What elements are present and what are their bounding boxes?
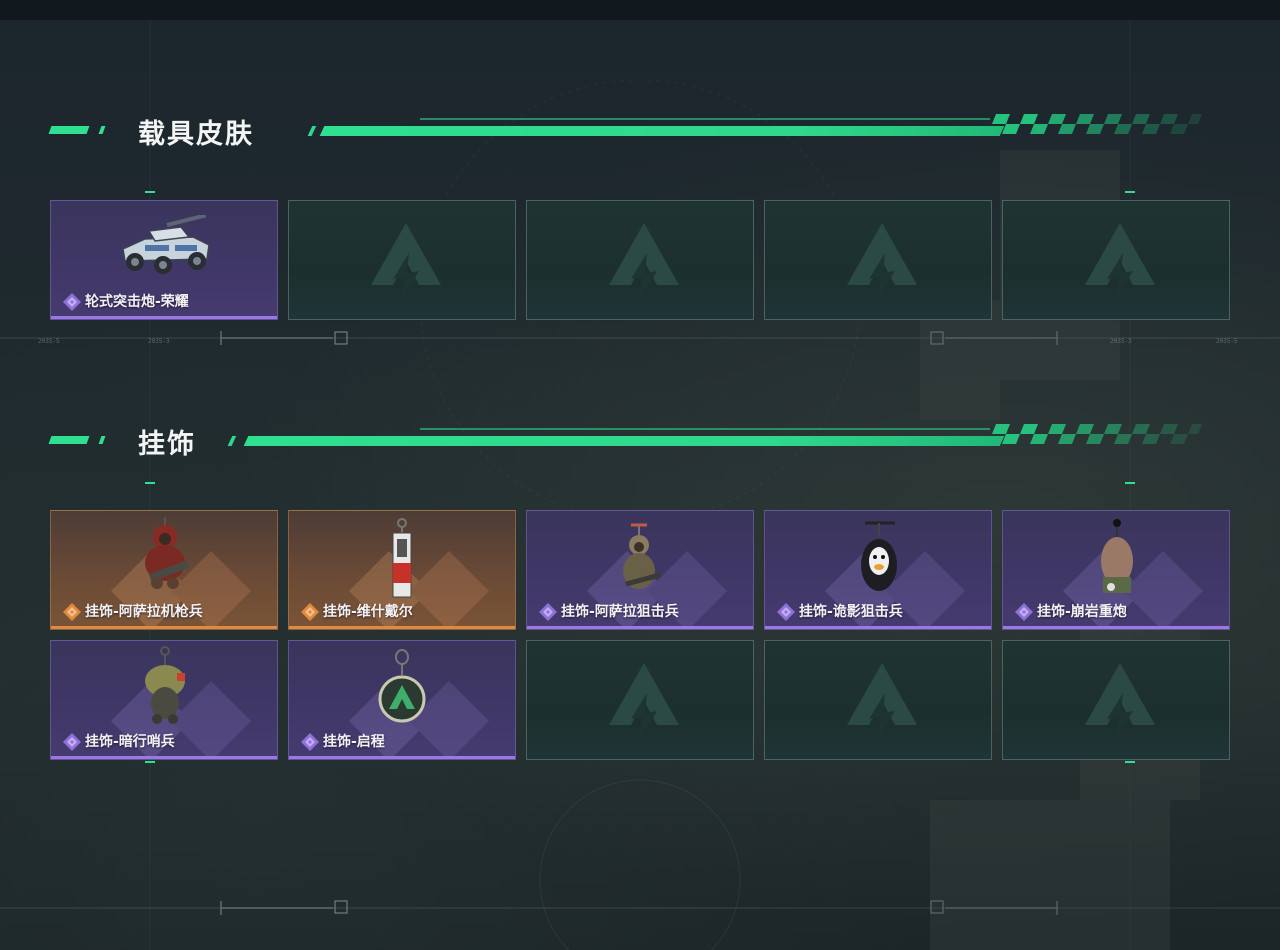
rarity-diamond-icon bbox=[63, 293, 81, 311]
empty-slot-logo-icon bbox=[609, 223, 679, 301]
empty-slot[interactable] bbox=[764, 200, 992, 320]
section-header-charms: 挂饰 bbox=[0, 424, 1280, 460]
asala-gunner-charm-icon bbox=[145, 517, 190, 589]
vishdale-charm-icon bbox=[392, 518, 412, 598]
header-accent bbox=[307, 126, 317, 136]
empty-slot-logo-icon bbox=[1085, 223, 1155, 301]
header-accent bbox=[98, 126, 106, 134]
header-thin-line bbox=[420, 428, 990, 430]
dark-sentry-charm-icon bbox=[145, 646, 185, 724]
tick-mark bbox=[145, 482, 155, 484]
departure-charm-icon bbox=[378, 649, 426, 723]
item-card[interactable]: 挂饰-启程 bbox=[288, 640, 516, 760]
tick-mark bbox=[1125, 761, 1135, 763]
empty-slot[interactable] bbox=[526, 200, 754, 320]
section-title: 载具皮肤 bbox=[138, 119, 254, 150]
item-card[interactable]: 挂饰-诡影狙击兵 bbox=[764, 510, 992, 630]
empty-slot[interactable] bbox=[1002, 200, 1230, 320]
empty-slot[interactable] bbox=[526, 640, 754, 760]
tick-mark bbox=[145, 191, 155, 193]
rarity-underline bbox=[289, 626, 515, 629]
hud-mark: 2035-3 bbox=[148, 338, 170, 345]
rarity-underline bbox=[1003, 626, 1229, 629]
hud-mark: 2035-5 bbox=[1216, 338, 1238, 345]
item-label: 挂饰-阿萨拉狙击兵 bbox=[561, 604, 679, 620]
rarity-underline bbox=[51, 756, 277, 759]
header-accent bbox=[227, 436, 237, 446]
rarity-underline bbox=[289, 756, 515, 759]
empty-slot-logo-icon bbox=[609, 663, 679, 741]
rock-cannon-charm-icon bbox=[1101, 519, 1133, 593]
header-accent bbox=[98, 436, 106, 444]
empty-slot-logo-icon bbox=[847, 223, 917, 301]
header-accent bbox=[48, 436, 90, 444]
item-card[interactable]: 轮式突击炮-荣耀 bbox=[50, 200, 278, 320]
header-bar bbox=[319, 126, 1005, 136]
tick-mark bbox=[1125, 482, 1135, 484]
tick-mark bbox=[145, 761, 155, 763]
item-label: 挂饰-启程 bbox=[323, 734, 385, 750]
item-label: 挂饰-阿萨拉机枪兵 bbox=[85, 604, 203, 620]
hud-mark: 2035-5 bbox=[38, 338, 60, 345]
rarity-diamond-icon bbox=[63, 733, 81, 751]
asala-sniper-charm-icon bbox=[623, 523, 662, 589]
rarity-underline bbox=[51, 626, 277, 629]
checker-pattern bbox=[992, 114, 1202, 134]
rarity-underline bbox=[765, 626, 991, 629]
section-header-vehicle-skins: 载具皮肤 bbox=[0, 114, 1280, 150]
empty-slot-logo-icon bbox=[1085, 663, 1155, 741]
checker-pattern bbox=[992, 424, 1202, 444]
rarity-diamond-icon bbox=[63, 603, 81, 621]
header-accent bbox=[48, 126, 90, 134]
header-thin-line bbox=[420, 118, 990, 120]
rarity-diamond-icon bbox=[777, 603, 795, 621]
item-label: 挂饰-暗行哨兵 bbox=[85, 734, 175, 750]
item-label: 挂饰-维什戴尔 bbox=[323, 604, 413, 620]
item-card[interactable]: 挂饰-阿萨拉狙击兵 bbox=[526, 510, 754, 630]
hud-mark: 2035-3 bbox=[1110, 338, 1132, 345]
empty-slot[interactable] bbox=[288, 200, 516, 320]
item-label: 挂饰-崩岩重炮 bbox=[1037, 604, 1127, 620]
rarity-diamond-icon bbox=[301, 733, 319, 751]
item-card[interactable]: 挂饰-崩岩重炮 bbox=[1002, 510, 1230, 630]
shadow-sniper-charm-icon bbox=[861, 521, 897, 591]
empty-slot-logo-icon bbox=[847, 663, 917, 741]
item-label: 轮式突击炮-荣耀 bbox=[85, 294, 189, 310]
empty-slot[interactable] bbox=[764, 640, 992, 760]
top-bar bbox=[0, 0, 1280, 20]
rarity-diamond-icon bbox=[301, 603, 319, 621]
item-card[interactable]: 挂饰-维什戴尔 bbox=[288, 510, 516, 630]
header-bar bbox=[243, 436, 1005, 446]
empty-slot-logo-icon bbox=[371, 223, 441, 301]
wheeled-assault-gun-icon bbox=[122, 215, 210, 274]
item-label: 挂饰-诡影狙击兵 bbox=[799, 604, 903, 620]
rarity-underline bbox=[527, 626, 753, 629]
item-card[interactable]: 挂饰-阿萨拉机枪兵 bbox=[50, 510, 278, 630]
section-title: 挂饰 bbox=[138, 429, 196, 460]
inventory-screen: 2035-5 2035-3 2035-3 2035-5 载具皮肤 挂饰 轮式突击… bbox=[0, 0, 1280, 950]
rarity-underline bbox=[51, 316, 277, 319]
rarity-diamond-icon bbox=[1015, 603, 1033, 621]
tick-mark bbox=[1125, 191, 1135, 193]
rarity-diamond-icon bbox=[539, 603, 557, 621]
empty-slot[interactable] bbox=[1002, 640, 1230, 760]
item-card[interactable]: 挂饰-暗行哨兵 bbox=[50, 640, 278, 760]
